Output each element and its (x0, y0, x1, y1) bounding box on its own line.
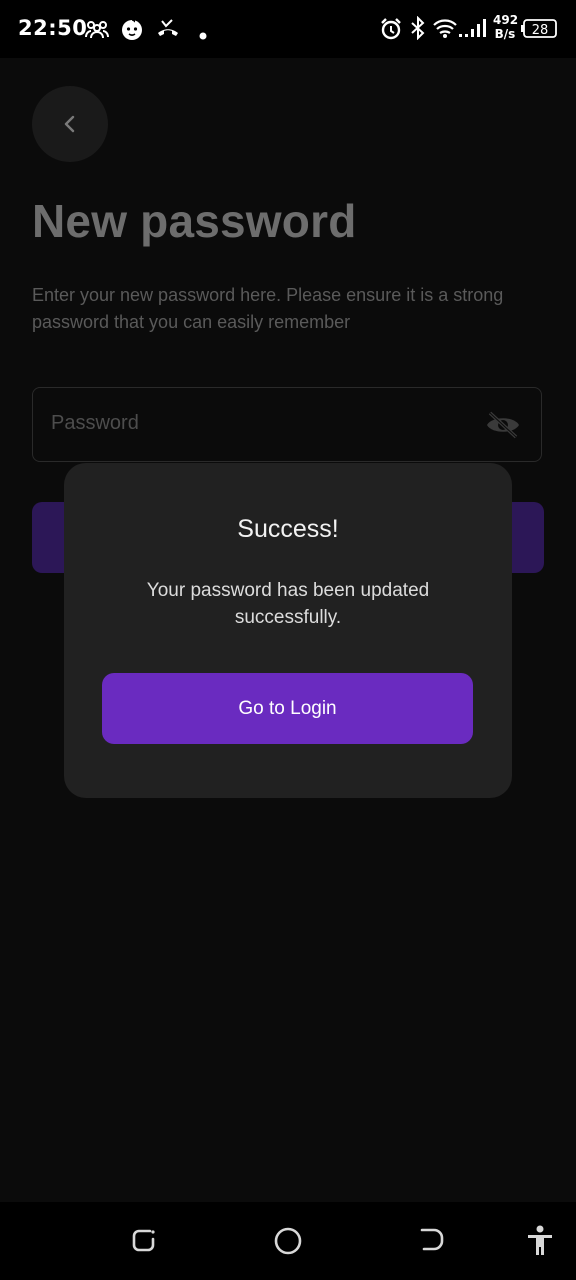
battery-level: 28 (532, 23, 549, 38)
battery-icon: 28 (521, 19, 559, 43)
go-to-login-button[interactable]: Go to Login (102, 673, 473, 744)
success-dialog: Success! Your password has been updated … (64, 463, 512, 798)
home-icon[interactable] (273, 1226, 303, 1260)
back-button[interactable] (32, 86, 108, 162)
net-speed-unit: B/s (494, 27, 516, 41)
new-password-screen: New password Enter your new password her… (0, 58, 576, 1202)
bluetooth-icon (410, 15, 426, 44)
navigation-bar (0, 1202, 576, 1280)
signal-icon (458, 17, 486, 43)
alarm-icon (379, 17, 403, 45)
group-icon (84, 19, 110, 43)
wifi-icon (432, 17, 458, 43)
dialog-title: Success! (237, 515, 339, 543)
page-subtitle: Enter your new password here. Please ens… (32, 285, 504, 332)
chevron-left-icon (64, 115, 75, 133)
password-field[interactable]: Password (32, 387, 542, 462)
dot-icon (199, 25, 207, 44)
recents-icon[interactable] (130, 1226, 158, 1258)
net-speed-value: 492 (493, 13, 519, 27)
status-bar: 22:50 492 B/s 28 (0, 0, 576, 58)
dialog-message: Your password has been updated successfu… (146, 580, 430, 628)
back-icon[interactable] (418, 1226, 446, 1258)
page-title: New password (32, 195, 357, 247)
password-placeholder: Password (51, 412, 139, 434)
net-speed: 492 B/s (493, 13, 519, 41)
accessibility-icon[interactable] (526, 1224, 554, 1260)
missed-call-icon (155, 19, 181, 43)
status-time: 22:50 (18, 16, 88, 40)
eye-off-icon[interactable] (485, 410, 521, 444)
baby-face-icon (120, 17, 144, 45)
